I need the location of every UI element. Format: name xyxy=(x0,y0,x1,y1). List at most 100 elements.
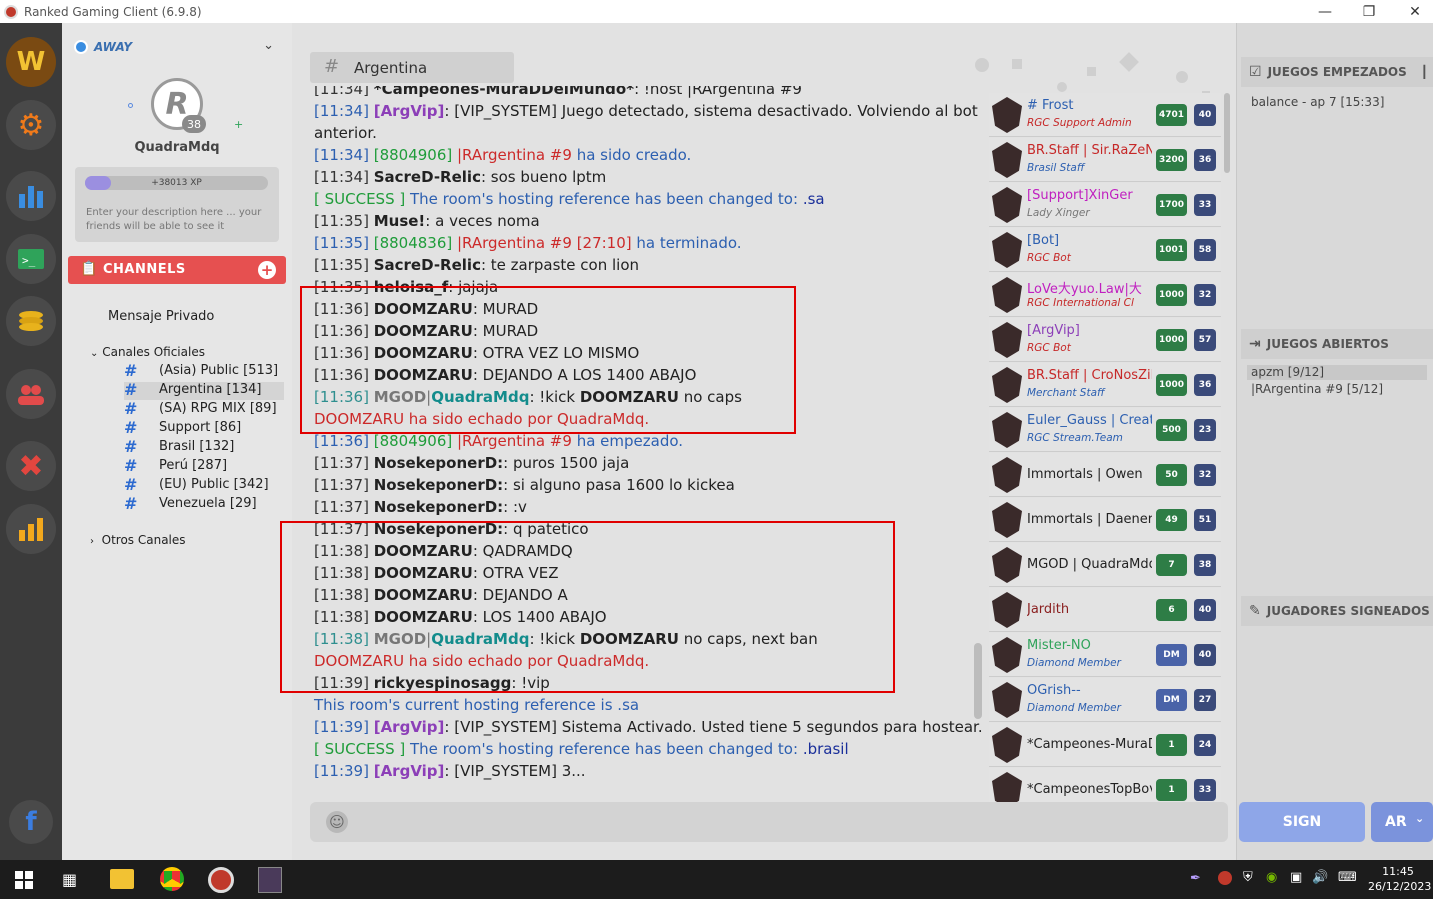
svg-text:>_: >_ xyxy=(22,254,36,267)
open-game-item[interactable]: |RArgentina #9 [5/12] xyxy=(1251,382,1383,396)
channel-item[interactable]: # Argentina [134] xyxy=(124,380,284,400)
message-author[interactable]: DOOMZARU xyxy=(374,564,473,582)
message-timestamp: [11:36] xyxy=(314,344,369,362)
message-author[interactable]: DOOMZARU xyxy=(374,542,473,560)
task-view-icon[interactable]: ▦ xyxy=(62,870,77,889)
started-game-item[interactable]: balance - ap 7 [15:33] xyxy=(1251,95,1384,109)
console-icon[interactable]: >_ xyxy=(6,234,56,284)
warcraft-icon[interactable]: W xyxy=(6,37,56,87)
chrome-icon[interactable] xyxy=(160,867,184,891)
message-author[interactable]: *Campeones-MuraDDelMundo* xyxy=(374,86,634,98)
user-name: Immortals | Owen xyxy=(1027,467,1143,482)
user-level-badge: 32 xyxy=(1194,284,1216,306)
coins-icon[interactable] xyxy=(6,296,56,346)
message-author[interactable]: [8804906] xyxy=(374,432,453,450)
message-author-name[interactable]: QuadraMdq xyxy=(431,388,529,406)
message-author-name[interactable]: QuadraMdq xyxy=(431,630,529,648)
message-author[interactable]: NosekeponerD: xyxy=(374,476,503,494)
open-game-item[interactable]: apzm [9/12] xyxy=(1251,365,1324,379)
warcraft-taskbar-icon[interactable] xyxy=(258,867,282,893)
message-text: : sos bueno lptm xyxy=(480,168,607,186)
user-list-item[interactable]: OGrish-- Diamond Member DM 27 xyxy=(989,678,1221,722)
message-author[interactable]: DOOMZARU xyxy=(374,344,473,362)
user-list-item[interactable]: Immortals | Daenerys 49 51 xyxy=(989,498,1221,542)
volume-icon[interactable]: 🔊 xyxy=(1312,870,1328,885)
chat-message: [11:37] NosekeponerD:: :v xyxy=(314,496,527,518)
message-author[interactable]: NosekeponerD: xyxy=(374,454,503,472)
close-button[interactable]: ✕ xyxy=(1392,0,1433,23)
message-author[interactable]: rickyespinosagg xyxy=(374,674,512,692)
emoji-icon[interactable]: ☺ xyxy=(326,811,348,833)
user-list-item[interactable]: Jardith 6 40 xyxy=(989,588,1221,632)
user-list-item[interactable]: Immortals | Owen 50 32 xyxy=(989,453,1221,497)
shield-icon[interactable]: ⛨ xyxy=(1243,870,1253,885)
facebook-icon[interactable]: f xyxy=(9,800,53,844)
status-selector[interactable]: AWAY ⌄ xyxy=(70,37,282,59)
message-author[interactable]: MGOD xyxy=(374,388,426,406)
message-author[interactable]: [ArgVip] xyxy=(374,718,445,736)
hash-icon: # xyxy=(124,437,138,456)
user-list-item[interactable]: [Support]XinGer Lady Xinger 1700 33 xyxy=(989,183,1221,227)
message-author[interactable]: DOOMZARU xyxy=(374,300,473,318)
battle-icon[interactable]: ✖ xyxy=(6,441,56,491)
message-author[interactable]: [8804906] xyxy=(374,146,453,164)
other-channels-group[interactable]: › Otros Canales xyxy=(90,533,186,547)
message-author[interactable]: [ArgVip] xyxy=(374,102,445,120)
rgc-taskbar-icon[interactable] xyxy=(208,867,234,893)
nvidia-icon[interactable]: ◉ xyxy=(1266,870,1277,885)
ranking-icon[interactable] xyxy=(6,504,56,554)
message-author[interactable]: NosekeponerD: xyxy=(374,520,503,538)
sign-button[interactable]: SIGN xyxy=(1239,802,1365,842)
user-list-item[interactable]: LoVe大yuo.Law|大 RGC International Cl 1000 32 xyxy=(989,273,1221,317)
user-list-item[interactable]: [ArgVip] RGC Bot 1000 57 xyxy=(989,318,1221,362)
chat-message: [11:36] DOOMZARU: MURAD xyxy=(314,320,538,342)
user-subtitle: RGC Stream.Team xyxy=(1027,432,1123,444)
message-author[interactable]: DOOMZARU xyxy=(374,608,473,626)
message-author[interactable]: [ArgVip] xyxy=(374,762,445,780)
rgc-tray-icon[interactable] xyxy=(1218,871,1232,885)
message-author[interactable]: DOOMZARU xyxy=(374,366,473,384)
maximize-button[interactable]: ❐ xyxy=(1346,0,1392,23)
user-list-item[interactable]: BR.Staff | Sir.RaZeN Brasil Staff 3200 36 xyxy=(989,138,1221,182)
network-icon[interactable]: ▣ xyxy=(1290,870,1302,885)
user-list-item[interactable]: BR.Staff | CroNosZiN Merchant Staff 1000 36 xyxy=(989,363,1221,407)
add-channel-button[interactable]: + xyxy=(258,261,276,279)
description-field[interactable]: Enter your description here ... your fri… xyxy=(86,206,268,234)
message-input[interactable]: ☺ xyxy=(310,802,1228,842)
pen-icon[interactable]: ✒ xyxy=(1190,871,1201,886)
user-list-item[interactable]: Euler_Gauss | Creato RGC Stream.Team 500 23 xyxy=(989,408,1221,452)
minimize-button[interactable]: — xyxy=(1302,0,1348,23)
user-name: OGrish-- xyxy=(1027,683,1081,698)
region-select[interactable]: AR ⌄ xyxy=(1371,802,1433,842)
clock[interactable]: 11:45 26/12/2023 xyxy=(1368,864,1431,894)
channel-tab[interactable]: # Argentina xyxy=(310,52,514,83)
friends-icon[interactable] xyxy=(6,369,56,419)
official-channels-group[interactable]: ⌄ Canales Oficiales xyxy=(90,345,205,359)
message-author[interactable]: MGOD xyxy=(374,630,426,648)
user-avatar xyxy=(992,277,1022,313)
userlist-scrollbar[interactable] xyxy=(1224,93,1230,173)
message-author[interactable]: NosekeponerD: xyxy=(374,498,503,516)
started-games-title: JUEGOS EMPEZADOS xyxy=(1267,65,1407,79)
windows-start-icon[interactable] xyxy=(15,871,33,889)
user-list-item[interactable]: Mister-NO Diamond Member DM 40 xyxy=(989,633,1221,677)
message-author[interactable]: SacreD-Relic xyxy=(374,256,481,274)
user-list-item[interactable]: MGOD | QuadraMdq 7 38 xyxy=(989,543,1221,587)
message-author[interactable]: heloisa_f xyxy=(374,278,449,296)
chat-scrollbar[interactable] xyxy=(974,643,982,719)
message-author[interactable]: DOOMZARU xyxy=(374,322,473,340)
settings-gear-icon[interactable]: ⚙ xyxy=(6,100,56,150)
message-author[interactable]: SacreD-Relic xyxy=(374,168,481,186)
private-message-link[interactable]: Mensaje Privado xyxy=(108,309,214,324)
user-avatar xyxy=(992,187,1022,223)
message-author[interactable]: DOOMZARU xyxy=(374,586,473,604)
user-list-item[interactable]: # Frost RGC Support Admin 4701 40 xyxy=(989,93,1221,137)
user-list-item[interactable]: [Bot] RGC Bot 1001 58 xyxy=(989,228,1221,272)
message-author[interactable]: [8804836] xyxy=(374,234,453,252)
message-author[interactable]: Muse! xyxy=(374,212,426,230)
keyboard-icon[interactable]: ⌨ xyxy=(1338,870,1357,885)
stats-icon[interactable] xyxy=(6,171,56,221)
user-list-item[interactable]: *Campeones-MuraDD 1 24 xyxy=(989,723,1221,767)
file-explorer-icon[interactable] xyxy=(110,869,134,889)
official-channels-label: Canales Oficiales xyxy=(102,345,205,359)
